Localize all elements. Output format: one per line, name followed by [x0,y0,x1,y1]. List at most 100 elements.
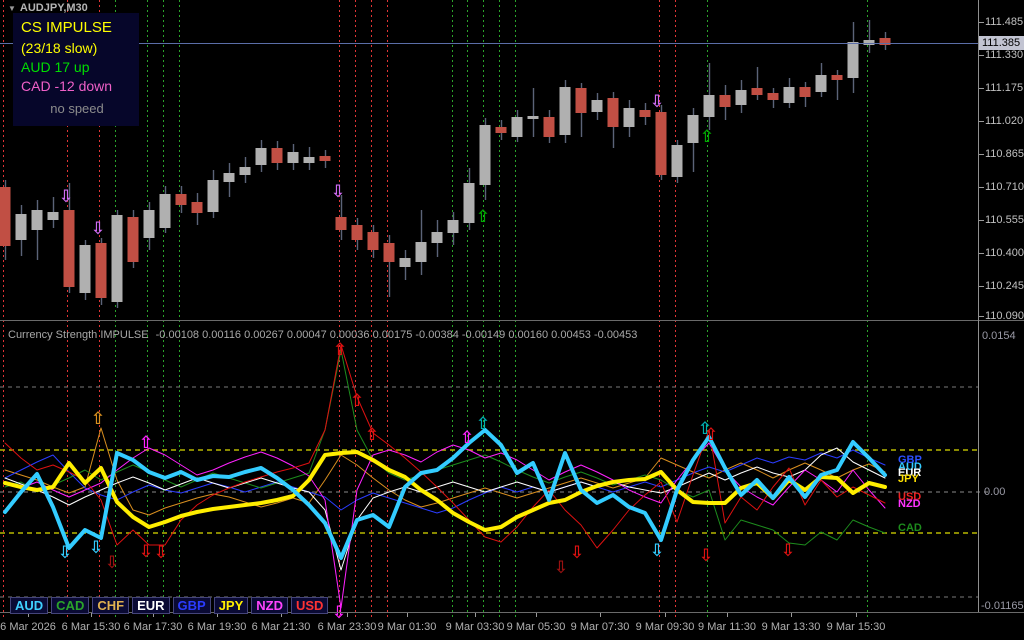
candle [576,88,587,113]
up-arrow-icon: ⇧ [365,425,379,445]
candle [832,75,843,80]
candle [592,100,603,112]
up-arrow-icon: ⇧ [350,391,364,411]
candle [432,232,443,243]
time-axis-label[interactable]: 9 Mar 11:30 [698,621,756,633]
candle [128,217,139,262]
down-arrow-icon: ⇩ [89,538,103,558]
candle [176,194,187,205]
candle [160,194,171,228]
candle [736,90,747,105]
candle [544,117,555,137]
time-axis-label[interactable]: 6 Mar 17:30 [124,621,183,633]
candle [192,202,203,213]
currency-strength-lines [5,345,885,608]
price-axis-label: 110.710 [985,181,1024,193]
down-arrow-icon: ⇩ [699,546,713,566]
candle [640,110,651,117]
candle [112,215,123,302]
price-axis-label: 111.020 [985,115,1023,127]
candle [528,116,539,119]
price-axis-label: 110.245 [985,280,1024,292]
candle [16,214,27,240]
candle [816,75,827,92]
info-box-line: (23/18 slow) [21,39,133,58]
currency-chip-usd[interactable]: USD [291,597,328,614]
candle [64,210,75,287]
up-arrow-icon: ⇧ [476,207,490,227]
candle [416,242,427,262]
up-arrow-icon: ⇧ [139,433,153,453]
time-axis-label[interactable]: 9 Mar 13:30 [762,621,821,633]
candle [512,117,523,137]
candle [784,87,795,103]
time-axis-label[interactable]: 9 Mar 05:30 [507,621,566,633]
down-arrow-icon: ⇩ [59,187,73,207]
indicator-header[interactable]: Currency Strength IMPULSE-0.00108 0.0011… [8,329,637,341]
currency-chip-nzd[interactable]: NZD [251,597,288,614]
down-arrow-icon: ⇩ [650,541,664,561]
time-axis-label[interactable]: 9 Mar 07:30 [571,621,630,633]
candle [464,183,475,223]
currency-chip-aud[interactable]: AUD [10,597,48,614]
info-box-line: CAD -12 down [21,77,133,96]
candle [656,112,667,175]
chart-canvas[interactable]: ⇩⇩⇩⇩⇧⇧⇧⇧⇧⇧⇧⇧⇧⇧⇧⇩⇩⇩⇩⇩⇩⇩⇩⇩⇩⇩ [0,0,1024,640]
currency-chip-eur[interactable]: EUR [132,597,169,614]
line-label-cad: CAD [898,523,922,534]
line-label-jpy: JPY [898,474,919,485]
candle [304,157,315,163]
down-arrow-icon: ⇩ [91,219,105,239]
indicator-level-lines [0,387,990,597]
time-axis-label[interactable]: 6 Mar 23:30 [318,621,377,633]
currency-chip-cad[interactable]: CAD [51,597,89,614]
indicator-values: -0.00108 0.00116 0.00267 0.00047 0.00036… [156,329,638,341]
candle [272,148,283,163]
time-axis-label[interactable]: 9 Mar 01:30 [378,621,437,633]
candle [624,108,635,127]
down-arrow-icon: ⇩ [331,182,345,202]
candle [768,93,779,100]
time-axis-label[interactable]: 6 Mar 19:30 [188,621,247,633]
candle [496,127,507,133]
price-axis-label: 110.865 [985,148,1024,160]
time-axis-label[interactable]: 6 Mar 21:30 [252,621,311,633]
indicator-scale-max: 0.0154 [982,330,1016,342]
down-arrow-icon: ⇩ [105,553,119,573]
candle [480,125,491,185]
up-arrow-icon: ⇧ [460,428,474,448]
up-arrow-icon: ⇧ [476,414,490,434]
price-axis-label: 111.485 [985,16,1023,28]
up-arrow-icon: ⇧ [91,409,105,429]
price-axis-label: 111.175 [985,82,1023,94]
candle [368,232,379,250]
time-axis-label[interactable]: 6 Mar 15:30 [62,621,121,633]
time-axis-label[interactable]: 6 Mar 2026 [0,621,56,633]
candle [320,156,331,161]
currency-chip-jpy[interactable]: JPY [214,597,249,614]
metatrader-chart-window: ⇩⇩⇩⇩⇧⇧⇧⇧⇧⇧⇧⇧⇧⇧⇧⇩⇩⇩⇩⇩⇩⇩⇩⇩⇩⇩ ▼AUDJPY,M30 C… [0,0,1024,640]
candle [240,167,251,175]
currency-chip-gbp[interactable]: GBP [173,597,211,614]
up-arrow-icon: ⇧ [700,127,714,147]
time-axis-label[interactable]: 9 Mar 15:30 [827,621,886,633]
candle [224,173,235,182]
indicator-scale-min: -0.01165 [981,600,1024,612]
price-axis-label: 110.090 [985,310,1024,322]
candle [720,95,731,107]
time-axis-label[interactable]: 9 Mar 09:30 [636,621,695,633]
currency-chip-chf[interactable]: CHF [92,597,129,614]
candle [96,243,107,298]
candle [672,145,683,177]
candle [448,220,459,233]
candle [560,87,571,135]
candle [400,258,411,267]
currency-strength-legend: AUDCADCHFEURGBPJPYNZDUSD [10,597,328,614]
candle [800,87,811,97]
time-axis-label[interactable]: 9 Mar 03:30 [446,621,505,633]
down-arrow-icon: ⇩ [154,543,168,563]
candle [688,115,699,143]
strength-line-cad [5,350,885,545]
price-axis-label: 110.400 [985,247,1024,259]
candle [848,42,859,78]
